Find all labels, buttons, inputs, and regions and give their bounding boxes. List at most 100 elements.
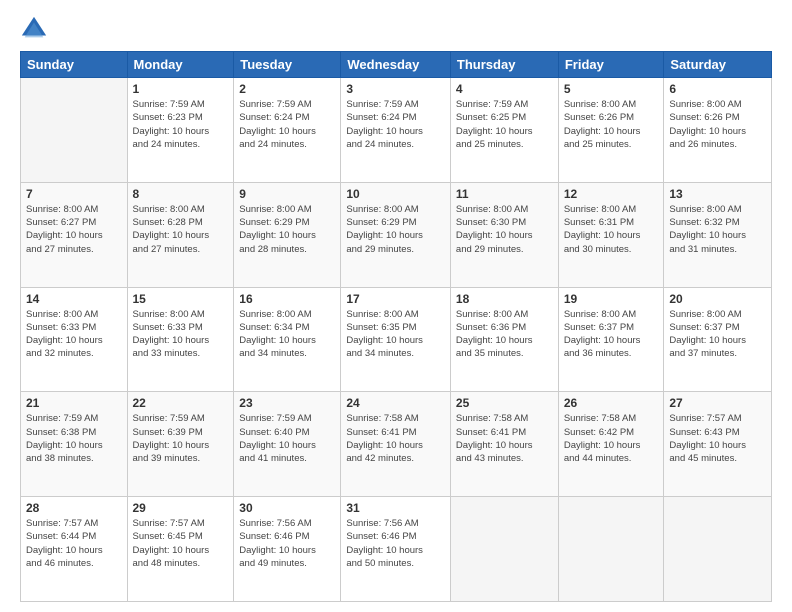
- day-info: Sunrise: 8:00 AM Sunset: 6:33 PM Dayligh…: [26, 308, 122, 361]
- calendar-cell: 19Sunrise: 8:00 AM Sunset: 6:37 PM Dayli…: [558, 287, 664, 392]
- calendar-cell: 18 Sunrise: 8:00 AM Sunset: 6:36 PM Dayli…: [450, 287, 558, 392]
- calendar-cell: 13 Sunrise: 8:00 AM Sunset: 6:32 PM Dayli…: [664, 182, 772, 287]
- day-info: Sunrise: 8:00 AM Sunset: 6:37 PM Dayligh…: [564, 308, 659, 361]
- weekday-header-tuesday: Tuesday: [234, 52, 341, 78]
- day-info: Sunrise: 7:58 AM Sunset: 6:42 PM Dayligh…: [564, 412, 659, 465]
- calendar-cell: [21, 78, 128, 183]
- logo-icon: [20, 15, 48, 43]
- day-number: 10: [346, 187, 445, 201]
- calendar-cell: 6 Sunrise: 8:00 AM Sunset: 6:26 PM Daylig…: [664, 78, 772, 183]
- day-info: Sunrise: 8:00 AM Sunset: 6:26 PM Dayligh…: [564, 98, 659, 151]
- day-info: Sunrise: 8:00 AM Sunset: 6:32 PM Dayligh…: [669, 203, 766, 256]
- calendar-cell: 15 Sunrise: 8:00 AM Sunset: 6:33 PM Dayli…: [127, 287, 234, 392]
- day-info: Sunrise: 8:00 AM Sunset: 6:30 PM Dayligh…: [456, 203, 553, 256]
- calendar-cell: 24 Sunrise: 7:58 AM Sunset: 6:41 PM Dayli…: [341, 392, 451, 497]
- day-info: Sunrise: 7:56 AM Sunset: 6:46 PM Dayligh…: [239, 517, 335, 570]
- day-number: 1: [133, 82, 229, 96]
- day-info: Sunrise: 7:59 AM Sunset: 6:23 PM Dayligh…: [133, 98, 229, 151]
- day-number: 7: [26, 187, 122, 201]
- day-number: 11: [456, 187, 553, 201]
- day-number: 18: [456, 292, 553, 306]
- day-info: Sunrise: 7:59 AM Sunset: 6:24 PM Dayligh…: [239, 98, 335, 151]
- day-number: 3: [346, 82, 445, 96]
- day-info: Sunrise: 7:59 AM Sunset: 6:40 PM Dayligh…: [239, 412, 335, 465]
- weekday-header-saturday: Saturday: [664, 52, 772, 78]
- day-number: 17: [346, 292, 445, 306]
- day-info: Sunrise: 7:57 AM Sunset: 6:45 PM Dayligh…: [133, 517, 229, 570]
- day-info: Sunrise: 7:59 AM Sunset: 6:24 PM Dayligh…: [346, 98, 445, 151]
- calendar-cell: 2Sunrise: 7:59 AM Sunset: 6:24 PM Daylig…: [234, 78, 341, 183]
- day-number: 29: [133, 501, 229, 515]
- calendar-cell: 3 Sunrise: 7:59 AM Sunset: 6:24 PM Daylig…: [341, 78, 451, 183]
- day-number: 27: [669, 396, 766, 410]
- calendar-cell: 1 Sunrise: 7:59 AM Sunset: 6:23 PM Daylig…: [127, 78, 234, 183]
- weekday-header-sunday: Sunday: [21, 52, 128, 78]
- day-number: 25: [456, 396, 553, 410]
- day-number: 20: [669, 292, 766, 306]
- calendar-cell: 8Sunrise: 8:00 AM Sunset: 6:28 PM Daylig…: [127, 182, 234, 287]
- calendar-cell: [558, 497, 664, 602]
- day-info: Sunrise: 7:57 AM Sunset: 6:44 PM Dayligh…: [26, 517, 122, 570]
- day-info: Sunrise: 7:59 AM Sunset: 6:38 PM Dayligh…: [26, 412, 122, 465]
- calendar-cell: 31Sunrise: 7:56 AM Sunset: 6:46 PM Dayli…: [341, 497, 451, 602]
- day-info: Sunrise: 8:00 AM Sunset: 6:35 PM Dayligh…: [346, 308, 445, 361]
- day-info: Sunrise: 7:58 AM Sunset: 6:41 PM Dayligh…: [346, 412, 445, 465]
- day-info: Sunrise: 8:00 AM Sunset: 6:29 PM Dayligh…: [346, 203, 445, 256]
- day-number: 9: [239, 187, 335, 201]
- calendar-week-1: 1 Sunrise: 7:59 AM Sunset: 6:23 PM Daylig…: [21, 78, 772, 183]
- calendar-cell: 25 Sunrise: 7:58 AM Sunset: 6:41 PM Dayli…: [450, 392, 558, 497]
- day-number: 23: [239, 396, 335, 410]
- calendar-week-4: 21 Sunrise: 7:59 AM Sunset: 6:38 PM Dayli…: [21, 392, 772, 497]
- calendar-week-3: 14 Sunrise: 8:00 AM Sunset: 6:33 PM Dayli…: [21, 287, 772, 392]
- header: [20, 15, 772, 43]
- calendar-cell: 16Sunrise: 8:00 AM Sunset: 6:34 PM Dayli…: [234, 287, 341, 392]
- day-info: Sunrise: 8:00 AM Sunset: 6:34 PM Dayligh…: [239, 308, 335, 361]
- calendar-cell: 21 Sunrise: 7:59 AM Sunset: 6:38 PM Dayli…: [21, 392, 128, 497]
- calendar-cell: 23 Sunrise: 7:59 AM Sunset: 6:40 PM Dayli…: [234, 392, 341, 497]
- day-number: 6: [669, 82, 766, 96]
- calendar-cell: 11 Sunrise: 8:00 AM Sunset: 6:30 PM Dayli…: [450, 182, 558, 287]
- day-number: 26: [564, 396, 659, 410]
- calendar-cell: 28 Sunrise: 7:57 AM Sunset: 6:44 PM Dayli…: [21, 497, 128, 602]
- logo: [20, 15, 50, 43]
- calendar-cell: 10 Sunrise: 8:00 AM Sunset: 6:29 PM Dayli…: [341, 182, 451, 287]
- calendar-cell: 22Sunrise: 7:59 AM Sunset: 6:39 PM Dayli…: [127, 392, 234, 497]
- calendar-cell: 20 Sunrise: 8:00 AM Sunset: 6:37 PM Dayli…: [664, 287, 772, 392]
- day-info: Sunrise: 7:59 AM Sunset: 6:25 PM Dayligh…: [456, 98, 553, 151]
- calendar-cell: [664, 497, 772, 602]
- day-info: Sunrise: 7:58 AM Sunset: 6:41 PM Dayligh…: [456, 412, 553, 465]
- day-info: Sunrise: 8:00 AM Sunset: 6:36 PM Dayligh…: [456, 308, 553, 361]
- day-number: 15: [133, 292, 229, 306]
- day-number: 28: [26, 501, 122, 515]
- day-info: Sunrise: 8:00 AM Sunset: 6:31 PM Dayligh…: [564, 203, 659, 256]
- day-info: Sunrise: 8:00 AM Sunset: 6:26 PM Dayligh…: [669, 98, 766, 151]
- calendar-table: SundayMondayTuesdayWednesdayThursdayFrid…: [20, 51, 772, 602]
- calendar-cell: 9Sunrise: 8:00 AM Sunset: 6:29 PM Daylig…: [234, 182, 341, 287]
- calendar-cell: 29 Sunrise: 7:57 AM Sunset: 6:45 PM Dayli…: [127, 497, 234, 602]
- day-number: 14: [26, 292, 122, 306]
- day-number: 30: [239, 501, 335, 515]
- calendar-week-5: 28 Sunrise: 7:57 AM Sunset: 6:44 PM Dayli…: [21, 497, 772, 602]
- calendar-cell: 27Sunrise: 7:57 AM Sunset: 6:43 PM Dayli…: [664, 392, 772, 497]
- day-info: Sunrise: 8:00 AM Sunset: 6:33 PM Dayligh…: [133, 308, 229, 361]
- calendar-cell: [450, 497, 558, 602]
- calendar-cell: 5 Sunrise: 8:00 AM Sunset: 6:26 PM Daylig…: [558, 78, 664, 183]
- weekday-header-friday: Friday: [558, 52, 664, 78]
- calendar-cell: 17 Sunrise: 8:00 AM Sunset: 6:35 PM Dayli…: [341, 287, 451, 392]
- day-number: 12: [564, 187, 659, 201]
- day-number: 5: [564, 82, 659, 96]
- weekday-header-wednesday: Wednesday: [341, 52, 451, 78]
- weekday-header-monday: Monday: [127, 52, 234, 78]
- day-number: 21: [26, 396, 122, 410]
- day-number: 31: [346, 501, 445, 515]
- calendar-cell: 7Sunrise: 8:00 AM Sunset: 6:27 PM Daylig…: [21, 182, 128, 287]
- calendar-cell: 26 Sunrise: 7:58 AM Sunset: 6:42 PM Dayli…: [558, 392, 664, 497]
- day-number: 24: [346, 396, 445, 410]
- weekday-header-thursday: Thursday: [450, 52, 558, 78]
- calendar-page: SundayMondayTuesdayWednesdayThursdayFrid…: [0, 0, 792, 612]
- day-info: Sunrise: 8:00 AM Sunset: 6:37 PM Dayligh…: [669, 308, 766, 361]
- day-number: 13: [669, 187, 766, 201]
- day-number: 4: [456, 82, 553, 96]
- calendar-week-2: 7Sunrise: 8:00 AM Sunset: 6:27 PM Daylig…: [21, 182, 772, 287]
- day-info: Sunrise: 8:00 AM Sunset: 6:28 PM Dayligh…: [133, 203, 229, 256]
